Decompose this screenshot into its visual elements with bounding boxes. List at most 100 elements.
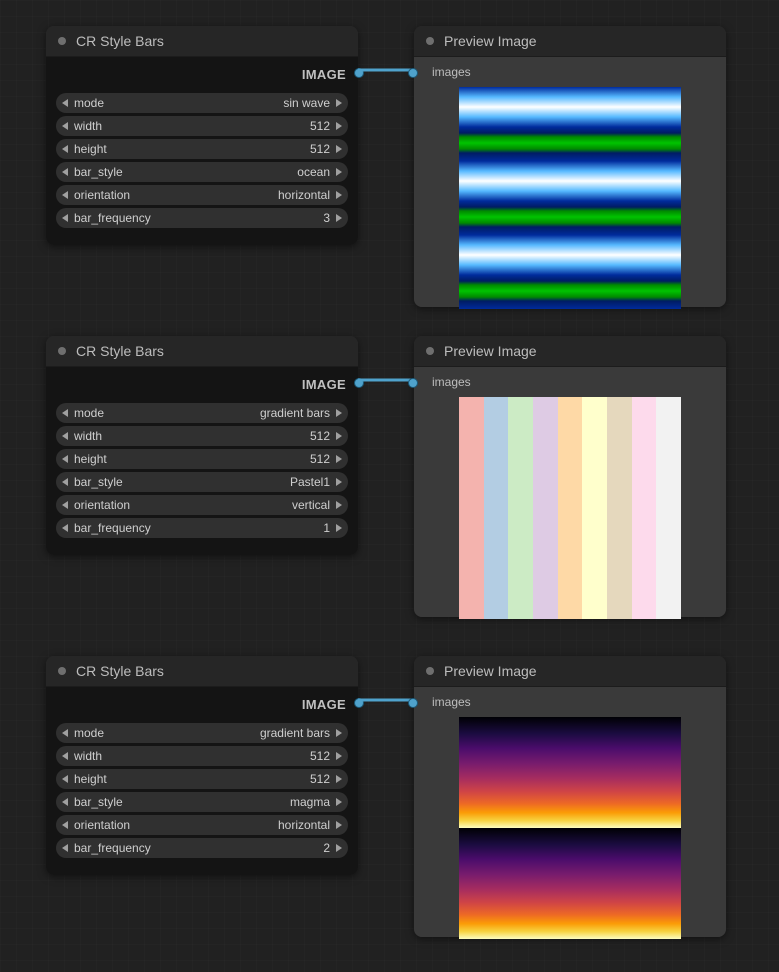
chevron-left-icon[interactable] (62, 775, 68, 783)
chevron-right-icon[interactable] (336, 798, 342, 806)
node-title: Preview Image (444, 33, 537, 49)
input-label: images (432, 375, 471, 389)
chevron-right-icon[interactable] (336, 409, 342, 417)
param-width[interactable]: width512 (56, 746, 348, 766)
param-width[interactable]: width512 (56, 116, 348, 136)
connection-cable (356, 692, 416, 708)
chevron-right-icon[interactable] (336, 775, 342, 783)
chevron-left-icon[interactable] (62, 501, 68, 509)
input-port-icon[interactable] (408, 378, 418, 388)
collapse-dot-icon[interactable] (426, 347, 434, 355)
node-header[interactable]: CR Style Bars (46, 336, 358, 367)
chevron-right-icon[interactable] (336, 122, 342, 130)
input-slot[interactable]: images (424, 693, 716, 715)
preview-image-node[interactable]: Preview Image images (414, 656, 726, 937)
chevron-right-icon[interactable] (336, 214, 342, 222)
param-mode[interactable]: modesin wave (56, 93, 348, 113)
chevron-left-icon[interactable] (62, 145, 68, 153)
chevron-right-icon[interactable] (336, 478, 342, 486)
input-slot[interactable]: images (424, 63, 716, 85)
chevron-right-icon[interactable] (336, 729, 342, 737)
node-header[interactable]: CR Style Bars (46, 656, 358, 687)
output-port-icon[interactable] (354, 378, 364, 388)
param-bar-style[interactable]: bar_stylePastel1 (56, 472, 348, 492)
chevron-right-icon[interactable] (336, 524, 342, 532)
node-header[interactable]: Preview Image (414, 336, 726, 367)
collapse-dot-icon[interactable] (58, 37, 66, 45)
node-title: CR Style Bars (76, 663, 164, 679)
node-header[interactable]: Preview Image (414, 26, 726, 57)
output-port-icon[interactable] (354, 698, 364, 708)
cr-style-bars-node[interactable]: CR Style Bars IMAGE modegradient bars wi… (46, 656, 358, 875)
chevron-left-icon[interactable] (62, 122, 68, 130)
collapse-dot-icon[interactable] (426, 37, 434, 45)
chevron-right-icon[interactable] (336, 455, 342, 463)
param-bar-frequency[interactable]: bar_frequency3 (56, 208, 348, 228)
input-port-icon[interactable] (408, 698, 418, 708)
chevron-left-icon[interactable] (62, 168, 68, 176)
cr-style-bars-node[interactable]: CR Style Bars IMAGE modegradient bars wi… (46, 336, 358, 555)
cr-style-bars-node[interactable]: CR Style Bars IMAGE modesin wave width51… (46, 26, 358, 245)
output-slot[interactable]: IMAGE (56, 61, 348, 90)
output-label: IMAGE (302, 697, 346, 712)
chevron-right-icon[interactable] (336, 501, 342, 509)
chevron-left-icon[interactable] (62, 844, 68, 852)
collapse-dot-icon[interactable] (426, 667, 434, 675)
chevron-left-icon[interactable] (62, 191, 68, 199)
output-slot[interactable]: IMAGE (56, 691, 348, 720)
node-title: CR Style Bars (76, 343, 164, 359)
chevron-left-icon[interactable] (62, 752, 68, 760)
collapse-dot-icon[interactable] (58, 347, 66, 355)
input-port-icon[interactable] (408, 68, 418, 78)
chevron-right-icon[interactable] (336, 432, 342, 440)
output-port-icon[interactable] (354, 68, 364, 78)
param-mode[interactable]: modegradient bars (56, 403, 348, 423)
chevron-left-icon[interactable] (62, 455, 68, 463)
chevron-right-icon[interactable] (336, 168, 342, 176)
chevron-right-icon[interactable] (336, 99, 342, 107)
param-orientation[interactable]: orientationhorizontal (56, 185, 348, 205)
chevron-left-icon[interactable] (62, 821, 68, 829)
collapse-dot-icon[interactable] (58, 667, 66, 675)
chevron-left-icon[interactable] (62, 409, 68, 417)
chevron-left-icon[interactable] (62, 432, 68, 440)
node-body: images (414, 687, 726, 937)
node-body: images (414, 367, 726, 617)
node-title: Preview Image (444, 343, 537, 359)
param-mode[interactable]: modegradient bars (56, 723, 348, 743)
input-label: images (432, 65, 471, 79)
param-bar-frequency[interactable]: bar_frequency2 (56, 838, 348, 858)
node-header[interactable]: CR Style Bars (46, 26, 358, 57)
param-bar-style[interactable]: bar_stylemagma (56, 792, 348, 812)
chevron-left-icon[interactable] (62, 798, 68, 806)
chevron-right-icon[interactable] (336, 752, 342, 760)
preview-image-node[interactable]: Preview Image images (414, 336, 726, 617)
preview-image-node[interactable]: Preview Image images (414, 26, 726, 307)
connection-cable (356, 372, 416, 388)
input-label: images (432, 695, 471, 709)
param-bar-style[interactable]: bar_styleocean (56, 162, 348, 182)
chevron-right-icon[interactable] (336, 844, 342, 852)
param-height[interactable]: height512 (56, 449, 348, 469)
input-slot[interactable]: images (424, 373, 716, 395)
chevron-left-icon[interactable] (62, 478, 68, 486)
param-bar-frequency[interactable]: bar_frequency1 (56, 518, 348, 538)
output-slot[interactable]: IMAGE (56, 371, 348, 400)
node-title: Preview Image (444, 663, 537, 679)
param-orientation[interactable]: orientationhorizontal (56, 815, 348, 835)
param-width[interactable]: width512 (56, 426, 348, 446)
param-height[interactable]: height512 (56, 139, 348, 159)
param-height[interactable]: height512 (56, 769, 348, 789)
connection-cable (356, 62, 416, 78)
param-orientation[interactable]: orientationvertical (56, 495, 348, 515)
chevron-right-icon[interactable] (336, 821, 342, 829)
node-body: images (414, 57, 726, 307)
chevron-left-icon[interactable] (62, 214, 68, 222)
chevron-left-icon[interactable] (62, 524, 68, 532)
chevron-right-icon[interactable] (336, 145, 342, 153)
node-header[interactable]: Preview Image (414, 656, 726, 687)
chevron-left-icon[interactable] (62, 99, 68, 107)
chevron-right-icon[interactable] (336, 191, 342, 199)
chevron-left-icon[interactable] (62, 729, 68, 737)
node-body: IMAGE modegradient bars width512 height5… (46, 367, 358, 555)
